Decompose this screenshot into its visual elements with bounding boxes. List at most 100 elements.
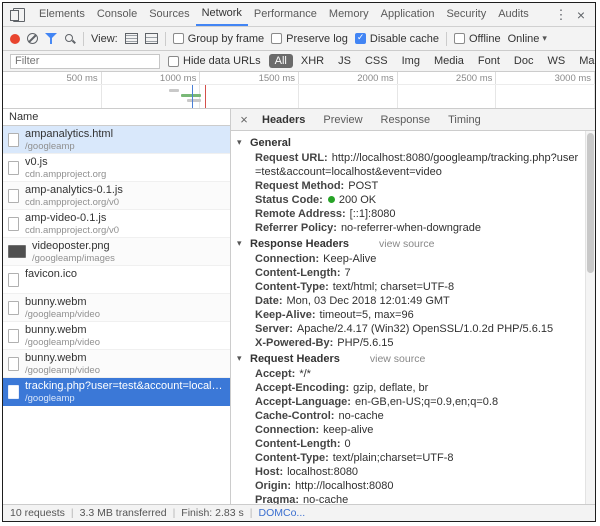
header-row: Host:localhost:8080 xyxy=(237,465,583,479)
record-icon[interactable] xyxy=(10,34,20,44)
general-section-header[interactable]: General xyxy=(237,134,583,151)
header-row: Accept-Language:en-GB,en-US;q=0.9,en;q=0… xyxy=(237,395,583,409)
detail-tab[interactable]: Response xyxy=(372,109,440,131)
panel-tab[interactable]: Application xyxy=(375,3,441,26)
request-row[interactable]: bunny.webm /googleamp/video xyxy=(3,322,230,350)
request-row[interactable]: amp-analytics-0.1.js cdn.ampproject.org/… xyxy=(3,182,230,210)
divider xyxy=(446,32,447,46)
gridline xyxy=(299,85,398,108)
header-value: Keep-Alive xyxy=(323,253,376,265)
gridline xyxy=(200,85,299,108)
close-details-icon[interactable]: × xyxy=(235,112,253,127)
header-value: 200 OK xyxy=(339,194,376,206)
more-menu-icon[interactable]: ⋮ xyxy=(553,7,569,23)
device-toolbar-icon[interactable] xyxy=(10,8,25,21)
header-value: Mon, 03 Dec 2018 12:01:49 GMT xyxy=(287,295,450,307)
status-item[interactable]: 3.3 MB transferred xyxy=(65,507,167,519)
request-list-panel: Name ampanalytics.html /googleamp xyxy=(3,109,231,504)
header-value: POST xyxy=(348,180,378,192)
resource-filter[interactable]: JS xyxy=(332,54,357,68)
request-row[interactable]: favicon.ico xyxy=(3,266,230,294)
request-name: amp-analytics-0.1.js xyxy=(25,184,123,197)
resource-filter[interactable]: Manifest xyxy=(573,54,596,68)
hide-data-urls-checkbox[interactable]: Hide data URLs xyxy=(168,55,261,67)
resource-filter[interactable]: Media xyxy=(428,54,470,68)
timeline-overview[interactable]: 500 ms 1000 ms 1500 ms 2000 ms 2500 ms 3… xyxy=(3,72,595,109)
panel-tab[interactable]: Audits xyxy=(492,3,535,26)
scrollbar-thumb[interactable] xyxy=(587,133,594,273)
panel-tab[interactable]: Memory xyxy=(323,3,375,26)
disclosure-triangle-icon xyxy=(237,238,245,249)
request-path: /googleamp/video xyxy=(25,309,100,320)
detail-tab[interactable]: Preview xyxy=(314,109,371,131)
header-row: X-Powered-By:PHP/5.6.15 xyxy=(237,336,583,350)
filter-input[interactable] xyxy=(10,54,160,69)
filter-funnel-icon[interactable] xyxy=(45,33,57,44)
header-row: Content-Length:0 xyxy=(237,437,583,451)
header-row: Status Code:200 OK xyxy=(237,193,583,207)
file-icon xyxy=(8,161,19,175)
checkbox-label: Preserve log xyxy=(286,33,348,45)
resource-filter[interactable]: XHR xyxy=(295,54,330,68)
request-row[interactable]: bunny.webm /googleamp/video xyxy=(3,294,230,322)
details-scrollbar[interactable] xyxy=(585,131,595,504)
clear-icon[interactable] xyxy=(27,33,38,44)
detail-tab[interactable]: Timing xyxy=(439,109,490,131)
preserve-log-checkbox[interactable]: Preserve log xyxy=(271,33,348,45)
resource-filter[interactable]: Font xyxy=(472,54,506,68)
panel-tab[interactable]: Network xyxy=(196,3,248,26)
panel-tab[interactable]: Performance xyxy=(248,3,323,26)
request-headers-section-header[interactable]: Request Headers view source xyxy=(237,350,583,367)
headers-body: General Request URL:http://localhost:808… xyxy=(231,131,595,504)
request-text: bunny.webm /googleamp/video xyxy=(25,296,100,320)
header-value: localhost:8080 xyxy=(287,466,358,478)
request-row[interactable]: ampanalytics.html /googleamp xyxy=(3,126,230,154)
header-key: Content-Length: xyxy=(255,438,341,450)
request-path: /googleamp/images xyxy=(32,253,115,264)
resource-filter[interactable]: Doc xyxy=(508,54,540,68)
large-rows-view-icon[interactable] xyxy=(145,33,158,44)
throttling-selected-value: Online xyxy=(508,33,540,45)
status-item[interactable]: DOMCo... xyxy=(244,507,305,519)
small-rows-view-icon[interactable] xyxy=(125,33,138,44)
status-item[interactable]: Finish: 2.83 s xyxy=(167,507,244,519)
resource-filter[interactable]: All xyxy=(269,54,293,68)
panel-tab[interactable]: Security xyxy=(440,3,492,26)
disable-cache-checkbox[interactable]: Disable cache xyxy=(355,33,439,45)
response-headers-section-header[interactable]: Response Headers view source xyxy=(237,235,583,252)
request-row[interactable]: tracking.php?user=test&account=localhost… xyxy=(3,378,230,406)
view-source-link[interactable]: view source xyxy=(379,238,434,250)
file-icon xyxy=(8,301,19,315)
header-key: Content-Type: xyxy=(255,452,329,464)
request-row[interactable]: amp-video-0.1.js cdn.ampproject.org/v0 xyxy=(3,210,230,238)
header-key: Date: xyxy=(255,295,283,307)
request-row[interactable]: v0.js cdn.ampproject.org xyxy=(3,154,230,182)
section-title: Request Headers xyxy=(250,353,340,365)
offline-checkbox[interactable]: Offline xyxy=(454,33,501,45)
close-devtools-icon[interactable]: × xyxy=(573,7,589,23)
header-row: Origin:http://localhost:8080 xyxy=(237,479,583,493)
group-by-frame-checkbox[interactable]: Group by frame xyxy=(173,33,264,45)
checkbox-box xyxy=(271,33,282,44)
request-row[interactable]: videoposter.png /googleamp/images xyxy=(3,238,230,266)
request-text: favicon.ico xyxy=(25,268,77,292)
search-icon[interactable] xyxy=(64,33,76,45)
checkbox-box xyxy=(168,56,179,67)
resource-filter[interactable]: WS xyxy=(541,54,571,68)
request-row[interactable]: bunny.webm /googleamp/video xyxy=(3,350,230,378)
name-column-header[interactable]: Name xyxy=(3,109,230,126)
panel-tab[interactable]: Console xyxy=(91,3,143,26)
checkbox-box-checked xyxy=(355,33,366,44)
status-item[interactable]: 10 requests xyxy=(10,507,65,519)
detail-tab[interactable]: Headers xyxy=(253,109,314,131)
throttling-dropdown[interactable]: Online xyxy=(508,33,547,45)
request-path: cdn.ampproject.org/v0 xyxy=(25,225,119,236)
resource-filter[interactable]: Img xyxy=(396,54,426,68)
header-row: Content-Length:7 xyxy=(237,266,583,280)
network-main: Name ampanalytics.html /googleamp xyxy=(3,109,595,504)
panel-tab[interactable]: Elements xyxy=(33,3,91,26)
panel-tab[interactable]: Sources xyxy=(143,3,195,26)
view-source-link[interactable]: view source xyxy=(370,353,425,365)
waterfall-overview xyxy=(3,85,595,108)
resource-filter[interactable]: CSS xyxy=(359,54,394,68)
